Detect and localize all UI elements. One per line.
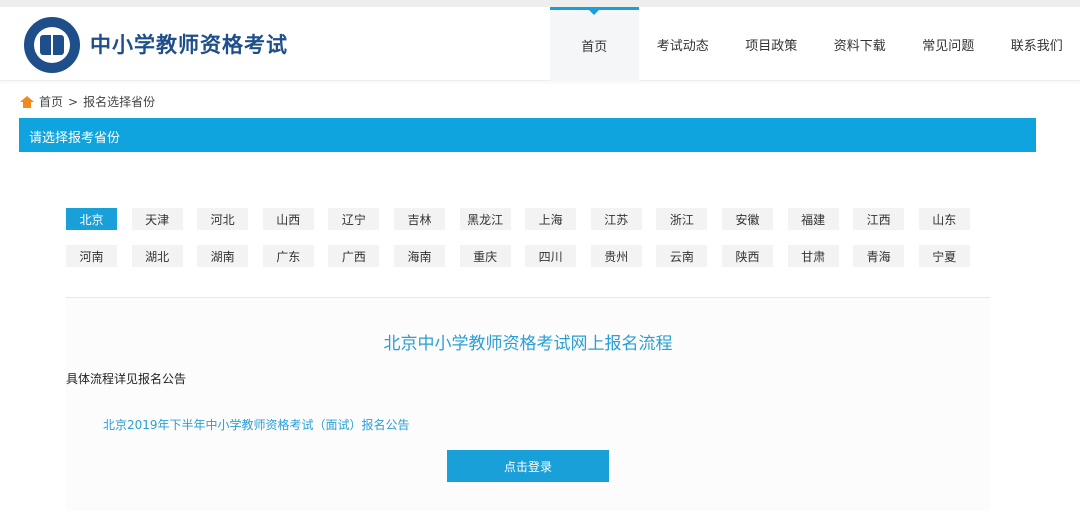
province-button[interactable]: 黑龙江: [459, 208, 511, 230]
flow-title: 北京中小学教师资格考试网上报名流程: [383, 334, 673, 354]
province-button[interactable]: 湖北: [131, 245, 183, 267]
province-button[interactable]: 山东: [918, 208, 970, 230]
province-button[interactable]: 湖南: [197, 245, 249, 267]
province-button[interactable]: 江西: [853, 208, 905, 230]
breadcrumb: 首页 > 报名选择省份: [20, 93, 155, 110]
province-button[interactable]: 青海: [853, 245, 905, 267]
province-button[interactable]: 天津: [131, 208, 183, 230]
site-title: 中小学教师资格考试: [90, 33, 288, 57]
logo-icon: [24, 17, 80, 73]
province-button[interactable]: 贵州: [590, 245, 642, 267]
section-title: 请选择报考省份: [19, 118, 1036, 152]
province-button[interactable]: 甘肃: [787, 245, 839, 267]
province-button[interactable]: 广东: [262, 245, 314, 267]
province-button[interactable]: 广西: [328, 245, 380, 267]
province-button[interactable]: 江苏: [590, 208, 642, 230]
province-button[interactable]: 河南: [66, 245, 117, 267]
nav-item-5[interactable]: 联系我们: [993, 7, 1080, 81]
nav-item-3[interactable]: 资料下载: [816, 7, 905, 81]
browser-strip: [0, 0, 1080, 7]
nav-item-1[interactable]: 考试动态: [639, 7, 728, 81]
detail-text: 具体流程详见报名公告: [66, 372, 187, 386]
province-button[interactable]: 福建: [787, 208, 839, 230]
province-button[interactable]: 四川: [525, 245, 577, 267]
home-icon: [20, 95, 34, 108]
nav-item-2[interactable]: 项目政策: [727, 7, 816, 81]
province-button[interactable]: 宁夏: [918, 245, 970, 267]
content-panel: 北京中小学教师资格考试网上报名流程 具体流程详见报名公告 北京2019年下半年中…: [66, 298, 990, 511]
province-button[interactable]: 云南: [656, 245, 708, 267]
province-button[interactable]: 河北: [197, 208, 249, 230]
province-button[interactable]: 海南: [394, 245, 445, 267]
breadcrumb-separator: >: [68, 94, 79, 109]
province-button[interactable]: 陕西: [722, 245, 773, 267]
login-button[interactable]: 点击登录: [447, 450, 609, 482]
province-button[interactable]: 吉林: [394, 208, 445, 230]
nav-item-0[interactable]: 首页: [550, 7, 639, 81]
province-button[interactable]: 山西: [262, 208, 314, 230]
province-button[interactable]: 浙江: [656, 208, 708, 230]
nav-item-4[interactable]: 常见问题: [904, 7, 993, 81]
header: 中小学教师资格考试 首页 考试动态 项目政策 资料下载 常见问题 联系我们: [0, 7, 1080, 81]
main-nav: 首页 考试动态 项目政策 资料下载 常见问题 联系我们: [550, 7, 1080, 81]
province-button[interactable]: 安徽: [722, 208, 773, 230]
province-button[interactable]: 辽宁: [328, 208, 380, 230]
province-button[interactable]: 上海: [525, 208, 577, 230]
province-button[interactable]: 北京: [66, 208, 117, 230]
breadcrumb-home[interactable]: 首页: [39, 93, 63, 110]
breadcrumb-current: 报名选择省份: [83, 95, 156, 109]
notice-link[interactable]: 北京2019年下半年中小学教师资格考试（面试）报名公告: [103, 416, 410, 433]
province-button[interactable]: 重庆: [459, 245, 511, 267]
